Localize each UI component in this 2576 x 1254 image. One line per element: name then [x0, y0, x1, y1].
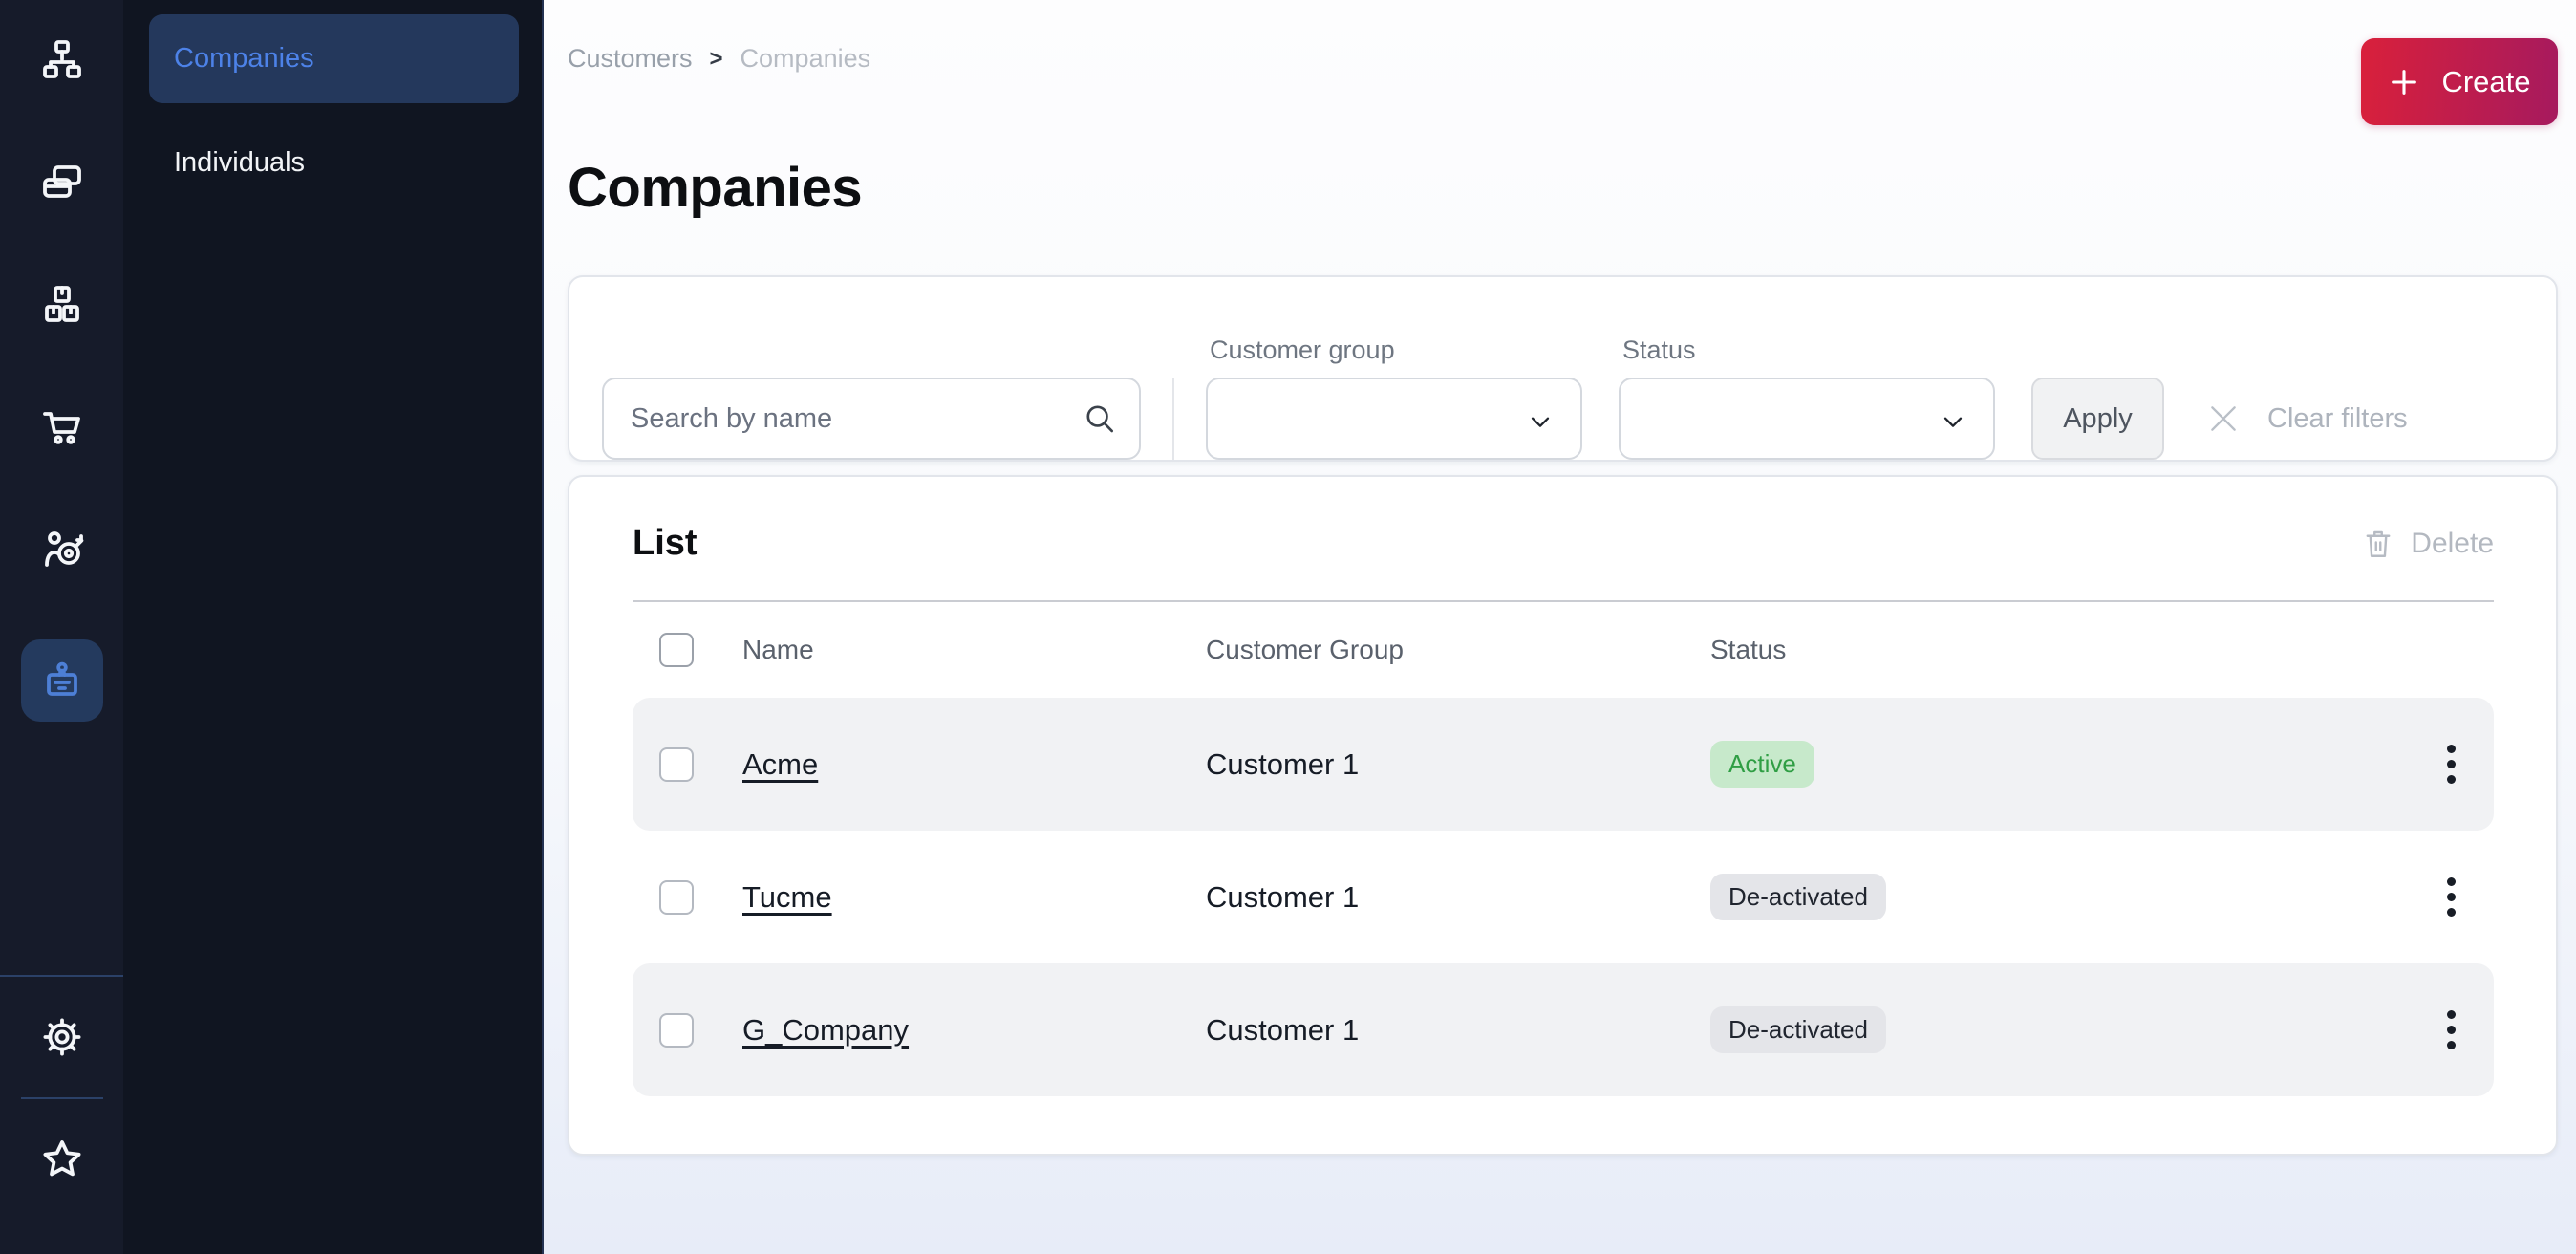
column-header-name: Name — [742, 635, 1206, 665]
create-button-label: Create — [2441, 65, 2530, 99]
trash-icon — [2361, 527, 2395, 561]
customer-group-field: Customer group — [1206, 335, 1619, 460]
shopping-cart-icon — [39, 403, 85, 449]
table-row: Tucme Customer 1 De-activated — [633, 831, 2494, 963]
nav-marketing[interactable] — [31, 517, 94, 580]
customer-badge-icon — [39, 658, 85, 703]
nav-settings[interactable] — [31, 1005, 94, 1069]
row-actions-menu[interactable] — [2437, 1001, 2465, 1059]
customer-group-select[interactable] — [1206, 378, 1582, 460]
delete-button[interactable]: Delete — [2361, 527, 2494, 561]
org-chart-icon — [39, 36, 85, 82]
row-actions-menu[interactable] — [2437, 735, 2465, 793]
row-checkbox[interactable] — [659, 747, 694, 782]
status-select[interactable] — [1619, 378, 1995, 460]
rail-footer — [0, 975, 123, 1254]
nav-org-chart[interactable] — [31, 28, 94, 91]
rail-divider-inset — [21, 1097, 103, 1099]
customer-group-cell: Customer 1 — [1206, 880, 1710, 915]
customer-group-cell: Customer 1 — [1206, 1013, 1710, 1048]
nav-cards[interactable] — [31, 150, 94, 213]
page-title: Companies — [568, 156, 2558, 220]
table-row: Acme Customer 1 Active — [633, 698, 2494, 831]
rail-top-items — [21, 0, 103, 722]
apply-button[interactable]: Apply — [2031, 378, 2164, 460]
table-body: Acme Customer 1 Active Tucme Customer 1 … — [633, 698, 2494, 1096]
chevron-down-icon — [1525, 406, 1556, 437]
customer-group-cell: Customer 1 — [1206, 747, 1710, 782]
row-checkbox[interactable] — [659, 880, 694, 915]
cards-icon — [39, 159, 85, 205]
delete-button-label: Delete — [2411, 528, 2494, 560]
customers-sidebar: Companies Individuals — [123, 0, 544, 1254]
row-actions-menu[interactable] — [2437, 868, 2465, 926]
topbar: Customers > Companies Create — [568, 0, 2558, 125]
nav-favorites[interactable] — [31, 1128, 94, 1191]
company-name-link[interactable]: G_Company — [742, 1013, 909, 1047]
status-field: Status — [1619, 335, 2031, 460]
status-badge: De-activated — [1710, 874, 1886, 920]
icon-rail — [0, 0, 123, 1254]
breadcrumb-customers[interactable]: Customers — [568, 44, 693, 74]
sidebar-item-individuals[interactable]: Individuals — [149, 119, 519, 207]
sidebar-item-companies[interactable]: Companies — [149, 14, 519, 103]
close-icon — [2204, 400, 2243, 438]
create-button[interactable]: Create — [2361, 38, 2558, 125]
select-all-checkbox[interactable] — [659, 633, 694, 667]
filter-separator — [1172, 378, 1174, 460]
breadcrumb-separator: > — [710, 46, 723, 73]
sidebar-item-label: Individuals — [174, 147, 305, 179]
table-row: G_Company Customer 1 De-activated — [633, 963, 2494, 1096]
list-header: List Delete — [633, 523, 2494, 564]
status-label: Status — [1619, 335, 2031, 365]
settings-gear-icon — [39, 1014, 85, 1060]
column-header-status: Status — [1710, 635, 2408, 665]
row-checkbox[interactable] — [659, 1013, 694, 1048]
plus-icon — [2388, 66, 2420, 98]
nav-orders[interactable] — [31, 395, 94, 458]
company-name-link[interactable]: Acme — [742, 747, 818, 781]
company-name-link[interactable]: Tucme — [742, 880, 832, 914]
status-badge: Active — [1710, 741, 1814, 788]
app-window: Companies Individuals Customers > Compan… — [0, 0, 2576, 1254]
rail-divider — [0, 975, 123, 977]
clear-filters-label: Clear filters — [2267, 403, 2408, 435]
search-wrap — [602, 378, 1141, 460]
search-group — [602, 378, 1141, 460]
status-badge: De-activated — [1710, 1006, 1886, 1053]
filter-card: Customer group Status Apply Clear filter… — [568, 275, 2558, 462]
table-header-row: Name Customer Group Status — [633, 602, 2494, 698]
search-icon — [1082, 400, 1118, 437]
list-title: List — [633, 523, 698, 564]
main-content: Customers > Companies Create Companies — [544, 0, 2576, 1254]
nav-packages[interactable] — [31, 272, 94, 335]
customer-group-label: Customer group — [1206, 335, 1619, 365]
chevron-down-icon — [1938, 406, 1968, 437]
column-header-customer-group: Customer Group — [1206, 635, 1710, 665]
packages-icon — [39, 281, 85, 327]
star-icon — [39, 1136, 85, 1182]
nav-customers[interactable] — [21, 639, 103, 722]
breadcrumb-companies: Companies — [741, 44, 871, 74]
list-card: List Delete Name Customer Group Status — [568, 475, 2558, 1156]
clear-filters-button[interactable]: Clear filters — [2204, 378, 2408, 460]
search-input[interactable] — [602, 378, 1141, 460]
audience-target-icon — [39, 526, 85, 572]
sidebar-item-label: Companies — [174, 43, 314, 75]
breadcrumb: Customers > Companies — [568, 38, 870, 74]
